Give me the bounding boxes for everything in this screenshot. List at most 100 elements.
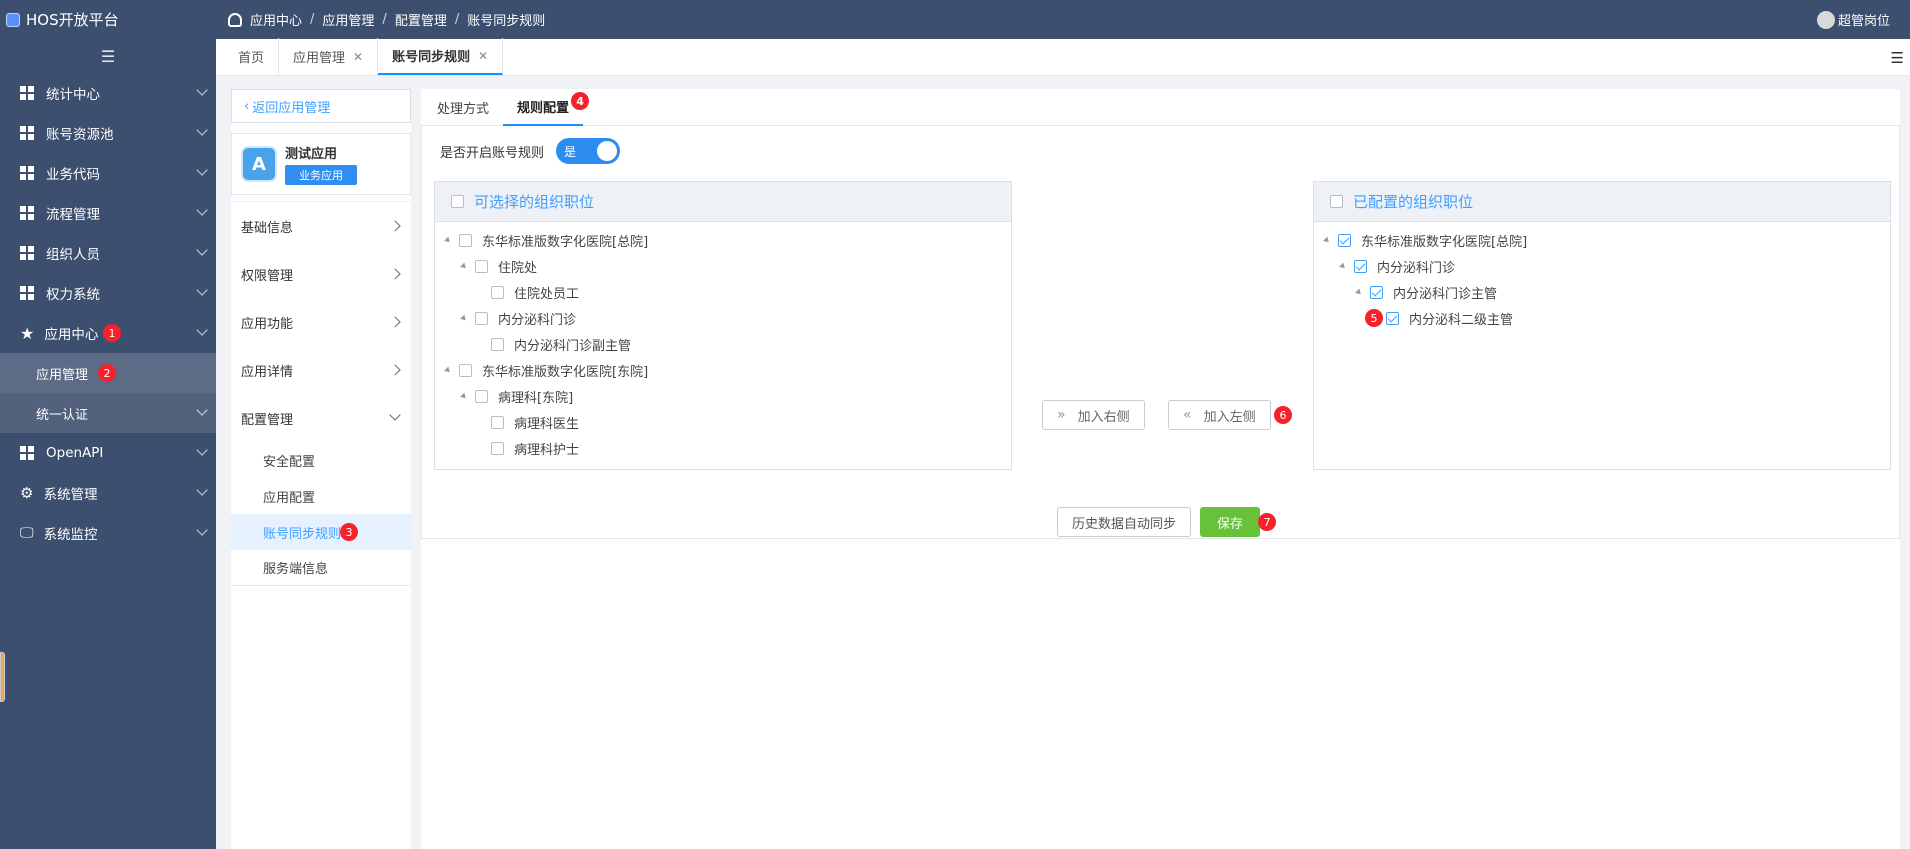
expand-icon[interactable] [1323,236,1331,244]
breadcrumb-item: 账号同步规则 [467,14,546,29]
grid-icon [20,206,34,220]
double-chevron-right-icon: » [1057,407,1066,423]
breadcrumb-item[interactable]: 应用管理 [322,10,374,29]
breadcrumb-item[interactable]: 配置管理 [395,10,447,29]
user-role: 超管岗位 [1837,14,1890,29]
tab-rule-config[interactable]: 规则配置 4 [503,89,590,126]
user-menu[interactable]: 超管岗位 [1816,10,1890,29]
node-checkbox[interactable] [459,233,472,247]
submenu-security-config[interactable]: 安全配置 [231,442,411,478]
avatar [1816,10,1835,29]
app-config-panel: ‹ 返回应用管理 A 测试应用 业务应用 基础信息 权限管理 应用功能 应用详情… [231,89,411,849]
tab-process-mode[interactable]: 处理方式 [423,89,503,126]
sidebar-item-stats[interactable]: 统计中心 [0,73,216,113]
expand-icon[interactable] [1355,288,1363,296]
grid-icon [20,126,34,140]
chevron-down-icon [196,324,208,336]
sidebar-drag-handle[interactable] [0,652,5,702]
node-checkbox[interactable] [475,389,488,403]
tree-node[interactable]: 5 内分泌科二级主管 [1314,305,1890,331]
available-positions-panel: 可选择的组织职位 东华标准版数字化医院[总院] 住院处 住院处员工 内分泌科门诊… [434,181,1012,470]
submenu-app-config[interactable]: 应用配置 [231,478,411,514]
app-card: A 测试应用 业务应用 [231,133,411,195]
sidebar-item-monitor[interactable]: 🖵 系统监控 [0,513,216,553]
tree-node[interactable]: 内分泌科门诊主管 [1314,279,1890,305]
app-logo: HOS开放平台 [0,0,216,39]
grid-icon [20,86,34,100]
step-badge: 2 [98,364,116,382]
tab-account-sync[interactable]: 账号同步规则 ✕ [378,38,504,75]
tree-node[interactable]: 内分泌科门诊 [435,305,1011,331]
node-checkbox[interactable] [1354,259,1367,273]
menu-basic-info[interactable]: 基础信息 [231,202,411,250]
menu-app-detail[interactable]: 应用详情 [231,346,411,394]
sidebar: HOS开放平台 ☰ 统计中心 账号资源池 业务代码 流程管理 组织人员 权力系统… [0,0,216,849]
add-right-button[interactable]: » 加入右侧 [1042,400,1145,430]
select-all-checkbox[interactable] [451,195,464,208]
tree-node[interactable]: 内分泌科门诊 [1314,253,1890,279]
rule-config-panel: 是否开启账号规则 是 可选择的组织职位 东华标准版数字化医院[总院] 住院处 住… [421,126,1900,539]
node-checkbox[interactable] [459,363,472,377]
sidebar-item-app-manage[interactable]: 应用管理 2 [0,353,216,393]
close-icon[interactable]: ✕ [478,49,488,63]
expand-icon[interactable] [444,236,452,244]
star-icon: ★ [20,323,35,343]
breadcrumb-item[interactable]: 应用中心 [250,10,302,29]
sidebar-item-openapi[interactable]: OpenAPI [0,433,216,473]
breadcrumb: 应用中心 / 应用管理 / 配置管理 / 账号同步规则 [228,10,545,29]
node-checkbox[interactable] [491,337,504,351]
expand-icon[interactable] [1339,262,1347,270]
close-icon[interactable]: ✕ [353,50,363,64]
node-checkbox[interactable] [491,285,504,299]
tree-node[interactable]: 病理科护士 [435,435,1011,461]
expand-icon[interactable] [460,314,468,322]
menu-permission[interactable]: 权限管理 [231,250,411,298]
step-badge: 7 [1258,513,1277,531]
gear-icon: ⚙ [20,484,34,502]
tree-node[interactable]: 东华标准版数字化医院[总院] [435,227,1011,253]
sidebar-item-org[interactable]: 组织人员 [0,233,216,273]
node-checkbox[interactable] [475,259,488,273]
account-rule-toggle[interactable]: 是 [556,138,621,164]
select-all-checkbox[interactable] [1330,195,1343,208]
expand-icon[interactable] [460,262,468,270]
node-checkbox[interactable] [1370,285,1383,299]
sidebar-item-app-center[interactable]: ★ 应用中心 1 [0,313,216,353]
sidebar-item-power[interactable]: 权力系统 [0,273,216,313]
node-checkbox[interactable] [491,415,504,429]
tab-home[interactable]: 首页 [224,38,280,75]
tree-node[interactable]: 住院处员工 [435,279,1011,305]
page-tabs: 首页 应用管理 ✕ 账号同步规则 ✕ ☰ [216,38,1910,76]
node-checkbox[interactable] [1338,233,1351,247]
grid-icon [20,446,34,460]
submenu-account-sync[interactable]: 账号同步规则 3 [231,514,411,550]
node-checkbox[interactable] [475,311,488,325]
tree-node[interactable]: 东华标准版数字化医院[东院] [435,357,1011,383]
back-button[interactable]: ‹ 返回应用管理 [231,89,411,123]
menu-app-function[interactable]: 应用功能 [231,298,411,346]
sidebar-item-business-code[interactable]: 业务代码 [0,153,216,193]
tabs-menu-icon[interactable]: ☰ [1891,49,1904,67]
save-button[interactable]: 保存 [1200,507,1261,537]
node-checkbox[interactable] [1386,311,1399,325]
tree-node[interactable]: 住院处 [435,253,1011,279]
tree-node[interactable]: 病理科[东院] [435,383,1011,409]
step-badge: 1 [103,324,121,342]
sidebar-item-account-pool[interactable]: 账号资源池 [0,113,216,153]
history-sync-button[interactable]: 历史数据自动同步 [1057,507,1192,537]
node-checkbox[interactable] [491,441,504,455]
expand-icon[interactable] [460,392,468,400]
menu-config[interactable]: 配置管理 [231,394,411,442]
submenu-server-info[interactable]: 服务端信息 [231,550,411,586]
expand-icon[interactable] [444,366,452,374]
menu-toggle-icon[interactable]: ☰ [0,39,216,73]
add-left-button[interactable]: « 加入左侧 [1168,400,1271,430]
chevron-down-icon [196,164,208,176]
tab-app-manage[interactable]: 应用管理 ✕ [279,38,379,75]
tree-node[interactable]: 内分泌科门诊副主管 [435,331,1011,357]
tree-node[interactable]: 病理科医生 [435,409,1011,435]
sidebar-item-system[interactable]: ⚙ 系统管理 [0,473,216,513]
sidebar-item-unified-auth[interactable]: 统一认证 [0,393,216,433]
sidebar-item-process[interactable]: 流程管理 [0,193,216,233]
tree-node[interactable]: 东华标准版数字化医院[总院] [1314,227,1890,253]
